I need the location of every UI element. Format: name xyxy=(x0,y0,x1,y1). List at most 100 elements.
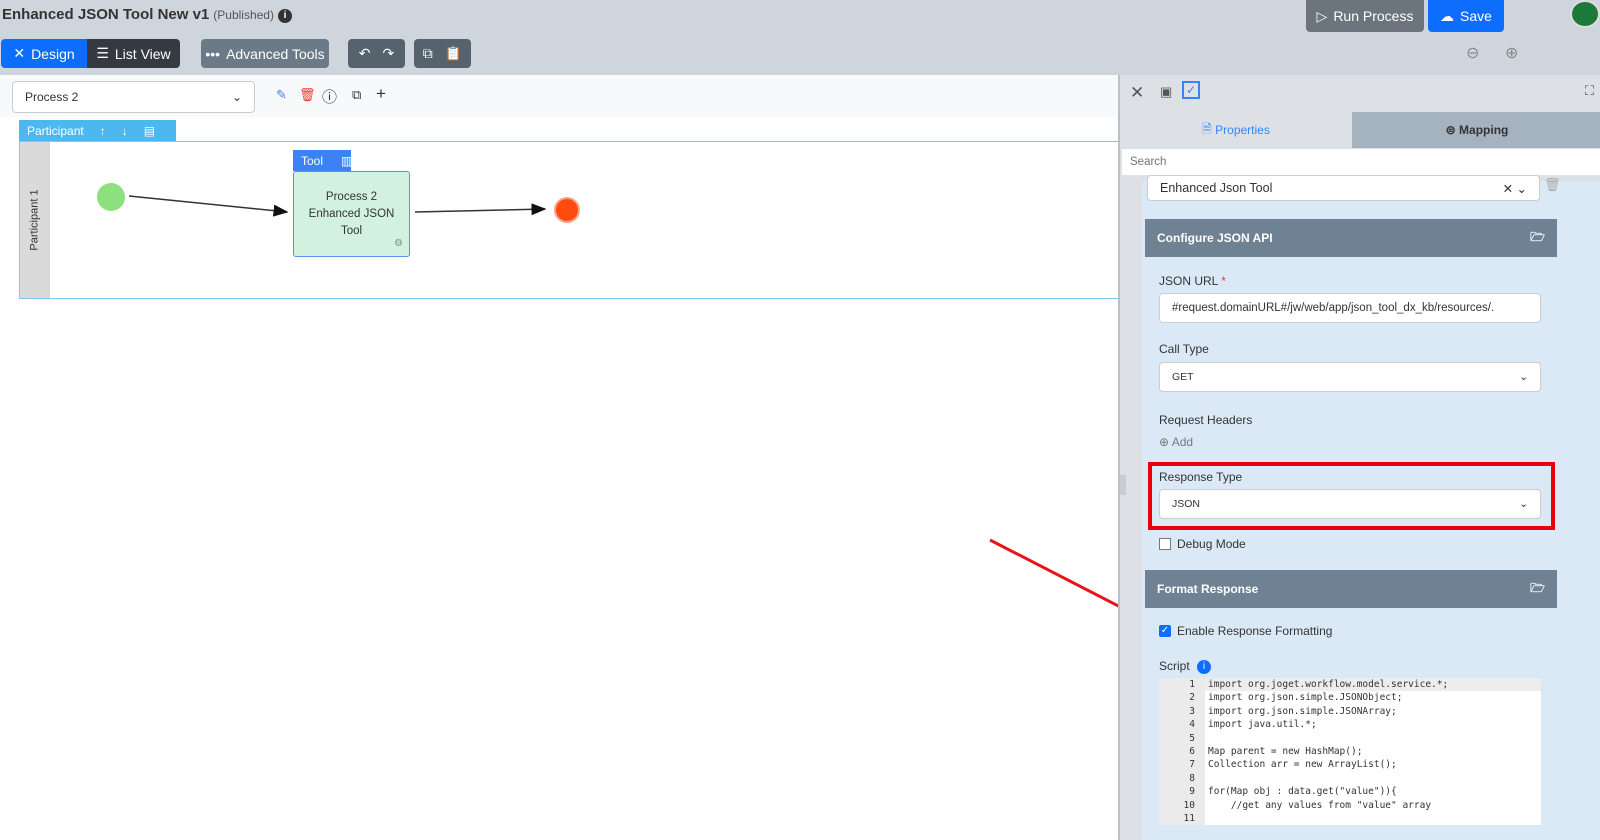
folder-open-icon: 🗁 xyxy=(1530,229,1545,244)
section-title: Configure JSON API xyxy=(1157,231,1273,245)
code-line: 7 Collection arr = new ArrayList(); xyxy=(1159,758,1541,772)
code-text: //get any values from "value" array xyxy=(1208,799,1432,811)
json-url-label-text: JSON URL xyxy=(1159,274,1218,288)
script-label: Script i xyxy=(1159,659,1212,674)
json-url-label: JSON URL * xyxy=(1159,274,1226,288)
gear-icon[interactable]: ⚙ xyxy=(394,235,403,252)
line-number: 11 xyxy=(1159,811,1205,826)
enable-formatting-row: ✓ Enable Response Formatting xyxy=(1159,624,1332,638)
code-text: import org.json.simple.JSONObject; xyxy=(1208,692,1403,704)
add-label: Add xyxy=(1171,435,1194,449)
line-number: 5 xyxy=(1159,731,1205,745)
line-number: 2 xyxy=(1159,691,1205,705)
zoom-out-icon[interactable]: ⊖ xyxy=(1466,43,1479,63)
start-event[interactable] xyxy=(97,183,125,211)
file-icon: 🗎 xyxy=(1202,121,1216,136)
tab-mapping-label: Mapping xyxy=(1459,123,1509,137)
tool-label: Tool xyxy=(301,153,324,168)
transition-arrow[interactable] xyxy=(414,203,547,216)
window-icon[interactable]: ▣ xyxy=(1160,84,1172,100)
plus-circle-icon: ⊕ xyxy=(1159,435,1170,449)
script-editor[interactable]: 1 import org.joget.workflow.model.service… xyxy=(1159,678,1541,826)
flow-diagram xyxy=(97,183,1118,608)
chevron-down-icon: ⌄ xyxy=(1519,371,1528,383)
chevron-down-icon: ⌄ xyxy=(1519,498,1528,510)
info-icon[interactable]: i xyxy=(1197,660,1212,674)
code-line: 5 xyxy=(1159,731,1541,745)
avatar[interactable] xyxy=(1570,0,1600,28)
code-text: import org.json.simple.JSONArray; xyxy=(1208,705,1397,717)
call-type-value: GET xyxy=(1172,371,1194,383)
code-line: 3 import org.json.simple.JSONArray; xyxy=(1159,704,1541,719)
response-type-value: JSON xyxy=(1172,498,1201,510)
request-headers-label: Request Headers xyxy=(1159,413,1253,427)
line-number: 8 xyxy=(1159,771,1205,786)
required-mark: * xyxy=(1221,274,1226,288)
zoom-in-icon[interactable]: ⊕ xyxy=(1505,43,1518,63)
add-header-button[interactable]: ⊕ Add xyxy=(1159,435,1193,449)
code-line: 9 for(Map obj : data.get("value")){ xyxy=(1159,785,1541,799)
code-text: import org.joget.workflow.model.service.… xyxy=(1208,679,1449,690)
debug-mode-row: Debug Mode xyxy=(1159,537,1246,551)
run-process-button[interactable]: ▷ Run Process xyxy=(1306,0,1424,32)
plugin-value: Enhanced Json Tool xyxy=(1160,181,1273,195)
line-number: 9 xyxy=(1159,785,1205,799)
transition-arrow[interactable] xyxy=(128,195,289,217)
run-label: Run Process xyxy=(1333,8,1414,24)
annotation-arrow xyxy=(989,538,1118,608)
clear-icon[interactable]: ✕ ⌄ xyxy=(1503,181,1527,196)
fullscreen-icon[interactable]: ⛶ xyxy=(1585,83,1594,99)
end-event[interactable] xyxy=(554,197,580,223)
mapping-icon: ⊜ xyxy=(1445,123,1460,137)
code-text: for(Map obj : data.get("value")){ xyxy=(1208,786,1397,798)
enable-formatting-label: Enable Response Formatting xyxy=(1177,624,1333,638)
play-icon: ▷ xyxy=(1316,7,1328,24)
code-line: 11 xyxy=(1159,811,1541,826)
code-line: 2 import org.json.simple.JSONObject; xyxy=(1159,691,1541,705)
tab-properties-label: Properties xyxy=(1215,123,1270,137)
code-line: 6 Map parent = new HashMap(); xyxy=(1159,744,1541,759)
enable-formatting-checkbox[interactable]: ✓ xyxy=(1159,625,1171,637)
line-number: 6 xyxy=(1159,744,1205,759)
trash-icon[interactable]: 🗑 xyxy=(1544,177,1561,193)
call-type-label: Call Type xyxy=(1159,342,1209,356)
save-label: Save xyxy=(1460,8,1492,24)
call-type-select[interactable]: GET ⌄ xyxy=(1159,362,1541,392)
line-number: 4 xyxy=(1159,718,1205,732)
trash-icon[interactable]: ▥ xyxy=(341,154,352,168)
section-header-configure[interactable]: Configure JSON API 🗁 xyxy=(1145,219,1557,257)
tab-properties[interactable]: 🗎 Properties xyxy=(1120,112,1352,148)
line-number: 10 xyxy=(1159,798,1205,812)
line-number: 3 xyxy=(1159,704,1205,719)
close-icon[interactable]: ✕ xyxy=(1130,83,1144,103)
debug-mode-label: Debug Mode xyxy=(1177,537,1246,551)
response-type-select[interactable]: JSON ⌄ xyxy=(1159,489,1541,519)
resize-handle[interactable] xyxy=(1120,475,1126,495)
search-input[interactable] xyxy=(1122,149,1600,175)
tool-tab[interactable]: Tool ▥ xyxy=(293,150,352,171)
code-text: Map parent = new HashMap(); xyxy=(1208,745,1363,757)
activity-label: Process 2 Enhanced JSON Tool xyxy=(308,190,395,237)
folder-open-icon: 🗁 xyxy=(1530,580,1545,595)
section-title: Format Response xyxy=(1157,582,1259,596)
line-number: 1 xyxy=(1159,678,1205,692)
code-line: 8 xyxy=(1159,771,1541,786)
response-type-label: Response Type xyxy=(1159,470,1243,484)
checkbox-icon[interactable]: ✓ xyxy=(1182,81,1200,99)
debug-mode-checkbox[interactable] xyxy=(1159,538,1171,550)
code-text: import java.util.*; xyxy=(1208,719,1317,731)
code-text: Collection arr = new ArrayList(); xyxy=(1208,759,1397,771)
section-header-format[interactable]: Format Response 🗁 xyxy=(1145,570,1557,608)
json-url-input[interactable]: #request.domainURL#/jw/web/app/json_tool… xyxy=(1159,293,1541,323)
activity-node[interactable]: Process 2 Enhanced JSON Tool ⚙ xyxy=(293,171,410,257)
code-line: 1 import org.joget.workflow.model.service… xyxy=(1159,678,1541,692)
save-button[interactable]: ☁ Save xyxy=(1428,0,1504,32)
tab-mapping[interactable]: ⊜ Mapping xyxy=(1352,112,1600,148)
cloud-upload-icon: ☁ xyxy=(1440,7,1455,24)
code-line: 4 import java.util.*; xyxy=(1159,718,1541,732)
plugin-select[interactable]: Enhanced Json Tool ✕ ⌄ xyxy=(1147,175,1540,201)
properties-panel: ✕ ▣ ✓ ⛶ 🗎 Properties ⊜ Mapping Enhanced … xyxy=(1118,75,1600,840)
